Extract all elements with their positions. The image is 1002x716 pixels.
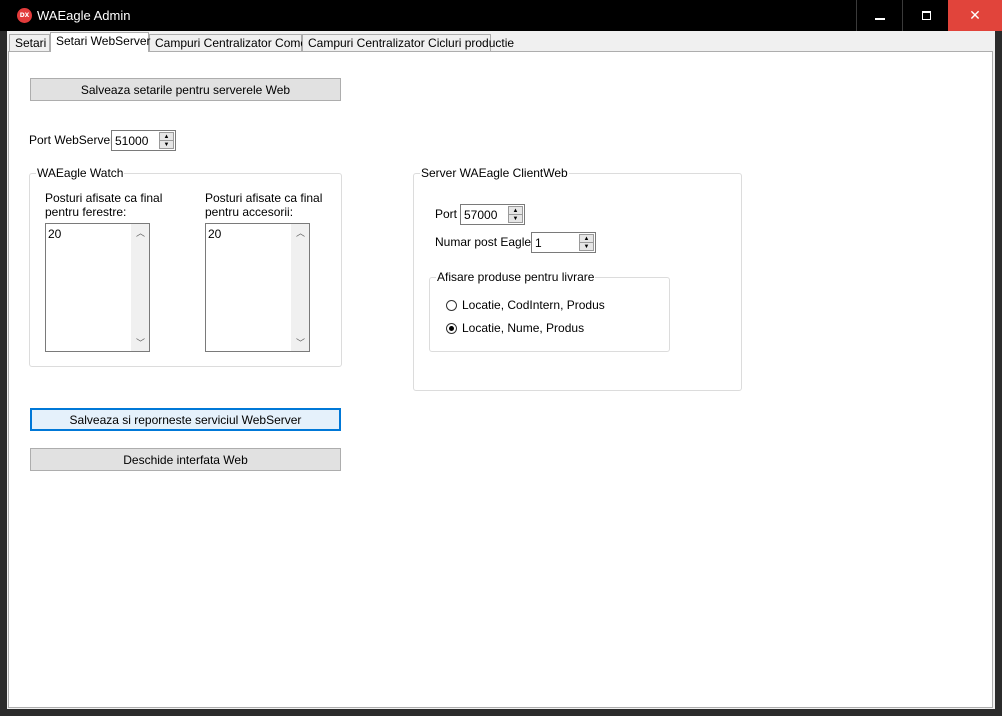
- port-webserver-spin: ▲ ▼: [159, 132, 174, 149]
- clientweb-port-spin: ▲ ▼: [508, 206, 523, 223]
- close-button[interactable]: ✕: [948, 0, 1002, 31]
- minimize-icon: [875, 17, 885, 20]
- maximize-icon: [921, 11, 931, 20]
- display-products-title: Afisare produse pentru livrare: [436, 270, 596, 284]
- tab-campuri-cicluri[interactable]: Campuri Centralizator Cicluri productie: [302, 34, 514, 51]
- radio-checked-icon[interactable]: [446, 322, 457, 334]
- windows-posts-label-line1: Posturi afisate ca final: [45, 191, 163, 205]
- radio-label: Locatie, Nume, Produs: [462, 321, 585, 335]
- windows-posts-label-line2: pentru ferestre:: [45, 205, 127, 219]
- post-eagle-spin: ▲ ▼: [579, 234, 594, 251]
- tab-campuri-comenzi[interactable]: Campuri Centralizator Comenzi: [149, 34, 322, 51]
- scroll-down-icon[interactable]: ﹀: [292, 334, 309, 351]
- maximize-button[interactable]: [902, 0, 949, 31]
- scroll-up-icon[interactable]: ︿: [132, 224, 149, 241]
- port-webserver-stepper[interactable]: 51000 ▲ ▼: [111, 130, 176, 151]
- waeagle-watch-group: WAEagle Watch Posturi afisate ca final p…: [29, 166, 342, 367]
- tab-setari-webserver[interactable]: Setari WebServer: [50, 32, 150, 52]
- radio-option-codintern[interactable]: Locatie, CodIntern, Produs: [446, 298, 605, 312]
- accessories-posts-scrollbar[interactable]: ︿ ﹀: [291, 224, 309, 351]
- accessories-posts-label-line1: Posturi afisate ca final: [205, 191, 323, 205]
- post-eagle-value: 1: [535, 236, 542, 250]
- title-bar: DX WAEagle Admin ✕: [0, 0, 1002, 31]
- clientweb-group: Server WAEagle ClientWeb Port 57000 ▲ ▼ …: [413, 166, 742, 391]
- save-web-settings-button[interactable]: Salveaza setarile pentru serverele Web: [30, 78, 341, 101]
- clientweb-title: Server WAEagle ClientWeb: [420, 166, 569, 180]
- spin-down-icon[interactable]: ▼: [508, 215, 523, 223]
- port-webserver-label: Port WebServer: [29, 133, 115, 147]
- scroll-up-icon[interactable]: ︿: [292, 224, 309, 241]
- waeagle-watch-title: WAEagle Watch: [36, 166, 125, 180]
- radio-option-nume[interactable]: Locatie, Nume, Produs: [446, 321, 584, 335]
- spin-down-icon[interactable]: ▼: [579, 243, 594, 251]
- minimize-button[interactable]: [856, 0, 903, 31]
- clientweb-port-stepper[interactable]: 57000 ▲ ▼: [460, 204, 525, 225]
- list-item[interactable]: 20: [208, 227, 221, 241]
- windows-posts-listbox[interactable]: 20 ︿ ﹀: [45, 223, 150, 352]
- radio-unchecked-icon[interactable]: [446, 299, 457, 311]
- spin-up-icon[interactable]: ▲: [508, 206, 523, 215]
- port-webserver-value: 51000: [115, 134, 149, 148]
- radio-label: Locatie, CodIntern, Produs: [462, 298, 605, 312]
- list-item[interactable]: 20: [48, 227, 61, 241]
- close-icon: ✕: [969, 7, 981, 24]
- tab-panel-webserver: Salveaza setarile pentru serverele Web P…: [8, 51, 993, 708]
- spin-up-icon[interactable]: ▲: [579, 234, 594, 243]
- save-restart-service-button[interactable]: Salveaza si reporneste serviciul WebServ…: [30, 408, 341, 431]
- open-web-interface-button[interactable]: Deschide interfata Web: [30, 448, 341, 471]
- accessories-posts-listbox[interactable]: 20 ︿ ﹀: [205, 223, 310, 352]
- accessories-posts-label-line2: pentru accesorii:: [205, 205, 294, 219]
- windows-posts-scrollbar[interactable]: ︿ ﹀: [131, 224, 149, 351]
- post-eagle-label: Numar post Eagle: [435, 235, 532, 249]
- display-products-group: Afisare produse pentru livrare Locatie, …: [429, 270, 670, 352]
- app-icon: DX: [17, 8, 32, 23]
- post-eagle-stepper[interactable]: 1 ▲ ▼: [531, 232, 596, 253]
- clientweb-port-value: 57000: [464, 208, 498, 222]
- clientweb-port-label: Port: [435, 207, 458, 221]
- spin-down-icon[interactable]: ▼: [159, 141, 174, 149]
- spin-up-icon[interactable]: ▲: [159, 132, 174, 141]
- tab-strip: Setari Setari WebServer Campuri Centrali…: [7, 31, 995, 53]
- client-area: Setari Setari WebServer Campuri Centrali…: [7, 31, 995, 709]
- window-title: WAEagle Admin: [37, 8, 131, 23]
- tab-setari[interactable]: Setari: [9, 34, 50, 51]
- scroll-down-icon[interactable]: ﹀: [132, 334, 149, 351]
